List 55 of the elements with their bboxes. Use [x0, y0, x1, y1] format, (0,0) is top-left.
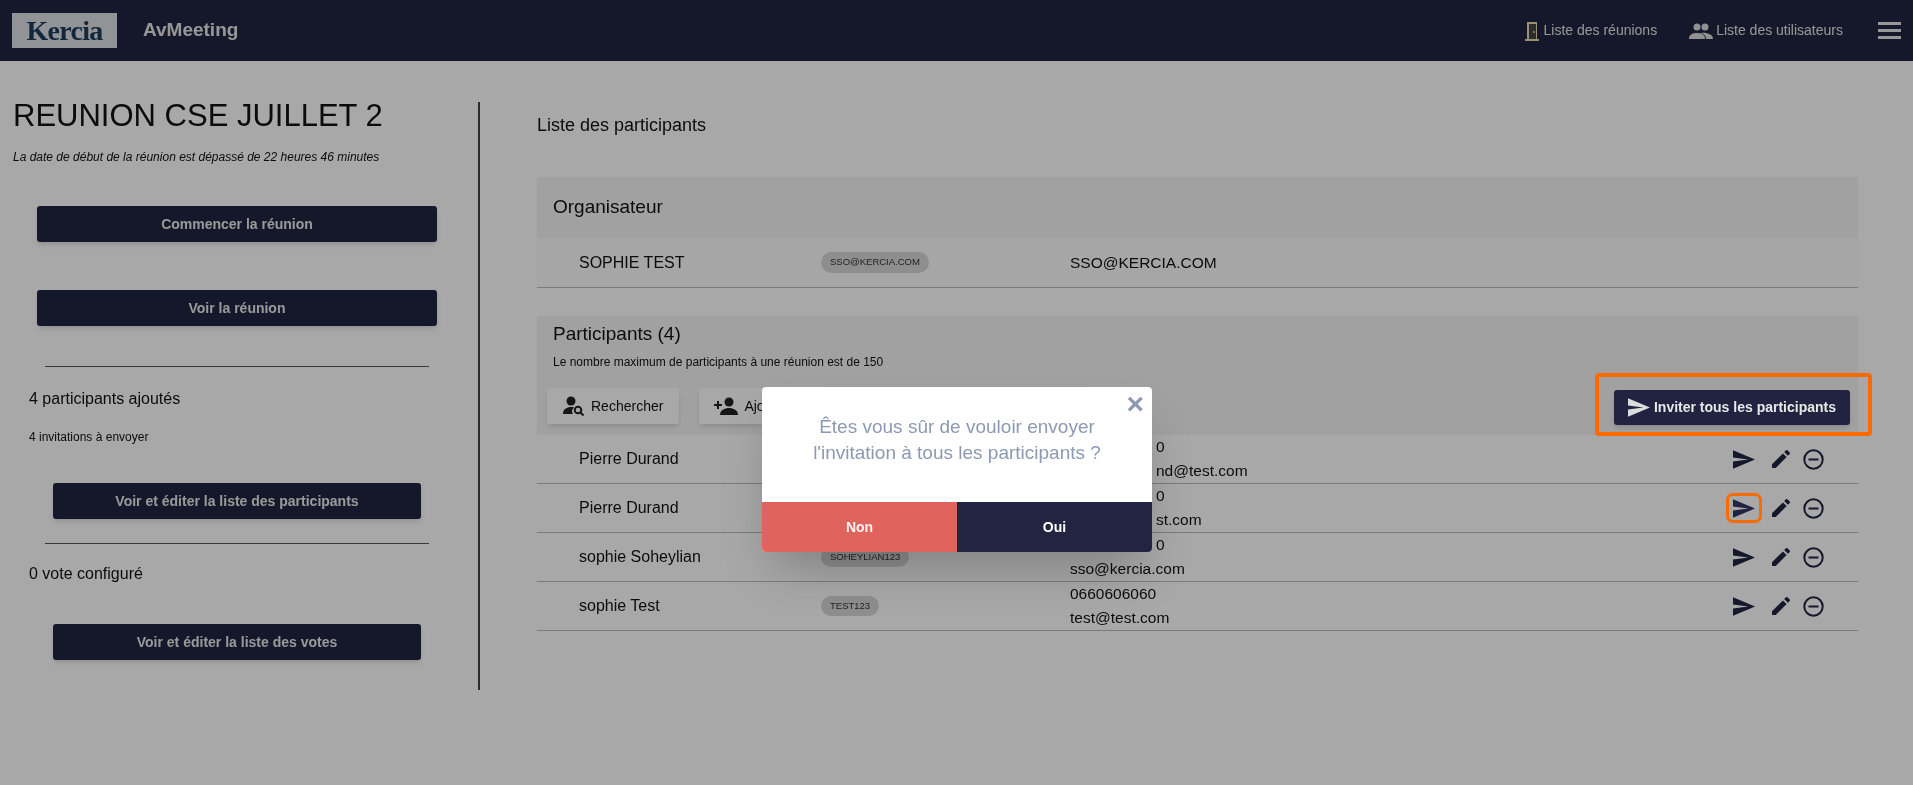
participant-name: sophie Test: [578, 596, 661, 616]
send-icon: [1733, 547, 1755, 567]
contact-text: SSO@KERCIA.COM: [1070, 252, 1217, 273]
send-icon: [1733, 596, 1755, 616]
person-add-icon: [714, 397, 739, 415]
participant-name: sophie Soheylian: [578, 547, 702, 567]
participants-count: 4 participants ajoutés: [28, 389, 182, 409]
send-button[interactable]: [1729, 496, 1759, 520]
section-title: Liste des participants: [537, 114, 708, 137]
tool-button[interactable]: Rechercher: [547, 388, 680, 424]
votes-count: 0 vote configuré: [28, 564, 144, 584]
participant-name: Pierre Durand: [578, 498, 680, 518]
person-search-icon: [563, 396, 585, 416]
remove-icon[interactable]: [1803, 448, 1824, 470]
pencil-icon[interactable]: [1772, 450, 1790, 468]
door-icon: [1522, 20, 1541, 41]
nav-link[interactable]: Liste des réunions: [1522, 20, 1658, 41]
contact-text: test@test.com: [1070, 608, 1170, 628]
action-button[interactable]: Commencer la réunion: [37, 206, 437, 242]
dialog-button[interactable]: Oui: [957, 502, 1152, 552]
contact-text: nd@test.com: [1156, 461, 1248, 481]
people-icon: [1689, 22, 1714, 39]
send-icon: [1627, 398, 1650, 417]
send-icon: [1733, 498, 1755, 518]
invite-all-button[interactable]: Inviter tous les participants: [1613, 390, 1850, 425]
contact-text: 0: [1156, 535, 1165, 555]
nav-link[interactable]: Liste des utilisateurs: [1689, 20, 1843, 41]
login-badge: TEST123: [821, 595, 880, 617]
action-button[interactable]: Voir la réunion: [37, 290, 437, 326]
send-icon: [1733, 449, 1755, 469]
logo: Kercia: [12, 13, 117, 48]
login-badge: SSO@KERCIA.COM: [821, 252, 929, 273]
menu-icon[interactable]: [1878, 22, 1901, 39]
app-title: AvMeeting: [143, 18, 239, 43]
contact-text: sso@kercia.com: [1070, 559, 1185, 579]
action-button[interactable]: Voir et éditer la liste des votes: [53, 624, 421, 660]
participant-name: SOPHIE TEST: [578, 252, 686, 273]
pencil-icon[interactable]: [1772, 597, 1790, 615]
action-button[interactable]: Voir et éditer la liste des participants: [53, 483, 421, 519]
contact-text: 0: [1156, 437, 1165, 457]
remove-icon[interactable]: [1803, 546, 1824, 568]
meeting-title: REUNION CSE JUILLET 2: [12, 97, 384, 135]
contact-text: 0: [1156, 486, 1165, 506]
pencil-icon[interactable]: [1772, 499, 1790, 517]
participants-limit-note: Le nombre maximum de participants à une réunion est de 150: [552, 354, 885, 371]
invitations-count: 4 invitations à envoyer: [28, 429, 150, 446]
dialog-message: Êtes vous sûr de vouloir envoyer l'invitation à tous les participants ?: [812, 415, 1102, 465]
contact-text: 0660606060: [1070, 584, 1157, 604]
contact-text: st.com: [1156, 510, 1202, 530]
remove-icon[interactable]: [1803, 497, 1824, 519]
remove-icon[interactable]: [1803, 595, 1824, 617]
participants-heading: Participants (4): [552, 322, 682, 346]
organizer-heading: Organisateur: [553, 195, 663, 220]
pencil-icon[interactable]: [1772, 548, 1790, 566]
meeting-notice: La date de début de la réunion est dépassé de 22 heures 46 minutes: [12, 149, 381, 166]
